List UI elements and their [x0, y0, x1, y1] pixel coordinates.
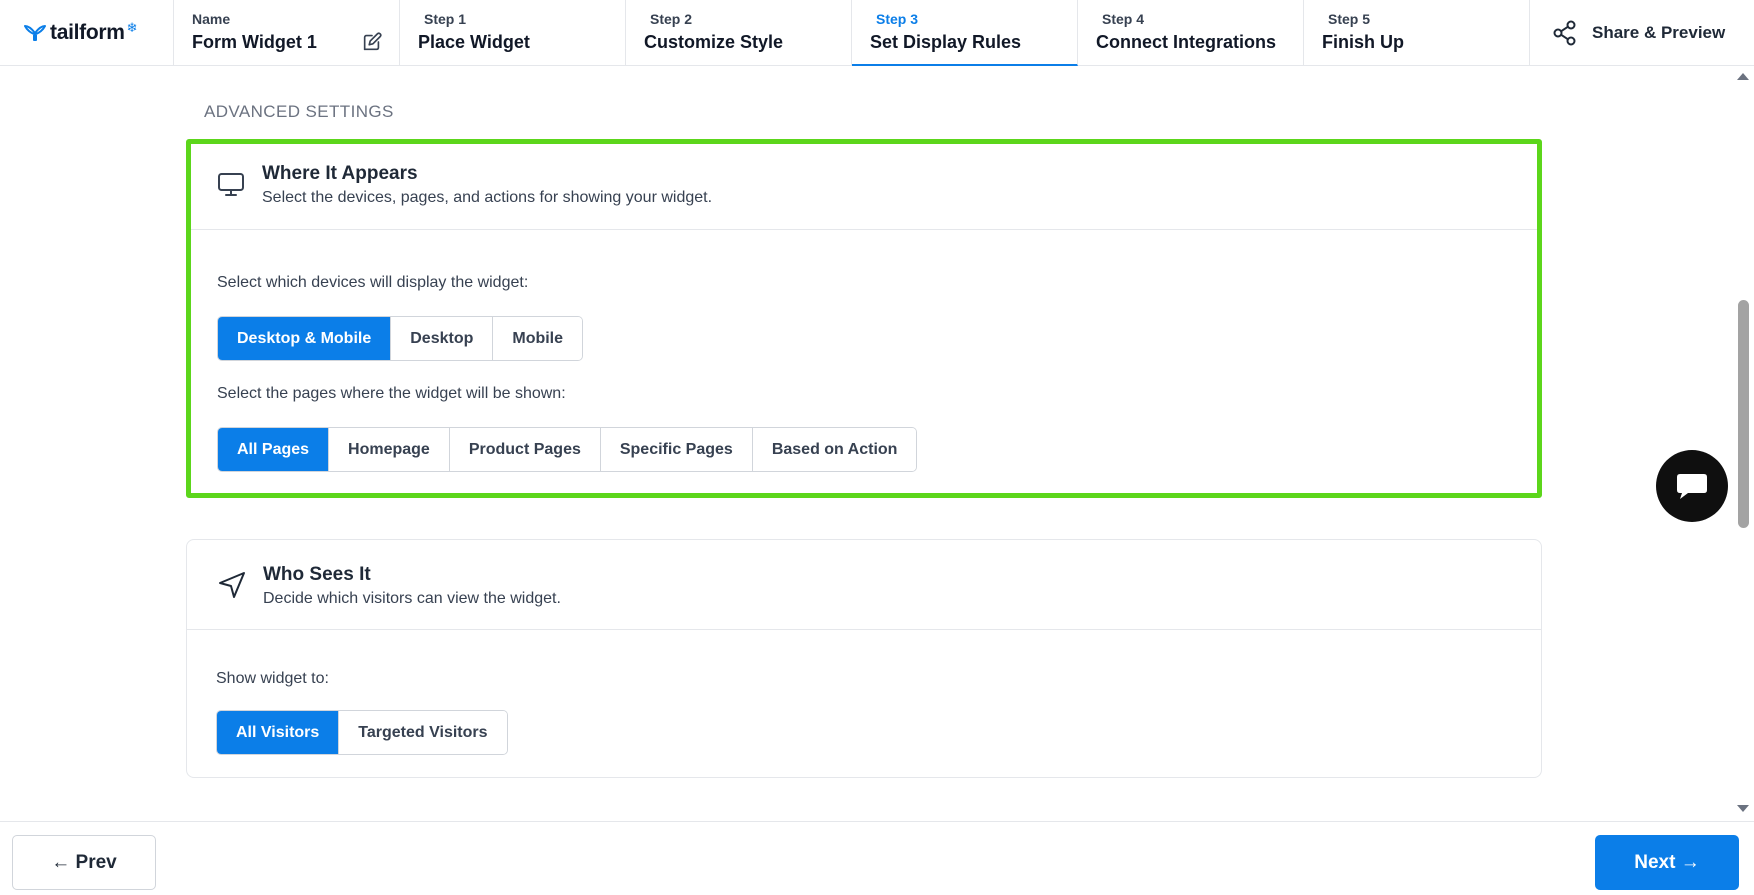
main-content: ADVANCED SETTINGS Where It Appears Selec…: [0, 67, 1754, 821]
scrollbar-thumb[interactable]: [1738, 300, 1749, 528]
tab-step-1[interactable]: Step 1 Place Widget: [400, 0, 626, 66]
section-heading: ADVANCED SETTINGS: [204, 102, 394, 121]
show-widget-label: Show widget to:: [216, 670, 329, 687]
card-title: Who Sees It: [263, 564, 371, 585]
scroll-down-arrow[interactable]: [1737, 805, 1749, 812]
scroll-up-arrow[interactable]: [1737, 73, 1749, 80]
tab-step-3[interactable]: Step 3 Set Display Rules: [852, 0, 1078, 66]
share-preview-label: Share & Preview: [1592, 22, 1726, 42]
edit-icon[interactable]: [361, 31, 383, 53]
tab-step-5[interactable]: Step 5 Finish Up: [1304, 0, 1530, 66]
step-label: Customize Style: [644, 32, 784, 52]
step-label: Finish Up: [1322, 32, 1404, 52]
pages-label: Select the pages where the widget will b…: [217, 385, 566, 402]
who-sees-it-card: Who Sees It Decide which visitors can vi…: [186, 539, 1542, 778]
card-header: Where It Appears Select the devices, pag…: [191, 144, 1537, 230]
step-number: Step 1: [424, 11, 467, 27]
navigation-arrow-icon: [219, 572, 245, 598]
chat-button[interactable]: [1656, 450, 1728, 522]
step-number: Step 5: [1328, 11, 1371, 27]
prev-button[interactable]: ← Prev: [12, 835, 156, 890]
step-number: Step 2: [650, 11, 693, 27]
share-preview-button[interactable]: Share & Preview: [1530, 0, 1754, 65]
where-it-appears-card: Where It Appears Select the devices, pag…: [186, 139, 1542, 498]
share-icon: [1553, 20, 1576, 45]
card-description: Decide which visitors can view the widge…: [263, 590, 561, 607]
visitor-option-targeted-visitors[interactable]: Targeted Visitors: [339, 711, 507, 754]
card-description: Select the devices, pages, and actions f…: [262, 189, 713, 206]
visitors-segmented-control: All Visitors Targeted Visitors: [216, 710, 508, 755]
device-option-desktop[interactable]: Desktop: [391, 317, 494, 360]
card-header: Who Sees It Decide which visitors can vi…: [187, 540, 1541, 630]
chat-icon: [1677, 474, 1707, 499]
devices-segmented-control: Desktop & Mobile Desktop Mobile: [217, 316, 584, 361]
brand-name: tailform: [50, 21, 125, 44]
pages-segmented-control: All Pages Homepage Product Pages Specifi…: [217, 427, 918, 472]
tab-step-4[interactable]: Step 4 Connect Integrations: [1078, 0, 1304, 66]
page-option-based-on-action[interactable]: Based on Action: [752, 428, 917, 471]
footer-bar: ← Prev Next →: [0, 821, 1754, 895]
step-number: Step 4: [1102, 11, 1145, 27]
snowflake-icon: ❄: [126, 20, 138, 35]
step-label: Place Widget: [418, 32, 530, 52]
page-option-product-pages[interactable]: Product Pages: [449, 428, 601, 471]
step-number: Step 3: [876, 11, 919, 27]
next-button[interactable]: Next →: [1595, 835, 1739, 890]
step-label: Connect Integrations: [1096, 32, 1277, 52]
name-label: Name: [192, 11, 231, 27]
page-option-homepage[interactable]: Homepage: [329, 428, 450, 471]
top-navigation: tailform ❄ Name Form Widget 1 Step 1 Pla…: [0, 0, 1754, 66]
device-option-desktop-mobile[interactable]: Desktop & Mobile: [218, 317, 392, 360]
device-option-mobile[interactable]: Mobile: [493, 317, 583, 360]
page-option-all-pages[interactable]: All Pages: [218, 428, 330, 471]
monitor-icon: [218, 173, 244, 196]
card-title: Where It Appears: [262, 163, 418, 184]
widget-name-block: Name Form Widget 1: [174, 0, 400, 66]
devices-label: Select which devices will display the wi…: [217, 274, 529, 291]
logo[interactable]: tailform ❄: [0, 0, 174, 66]
step-label: Set Display Rules: [870, 32, 1022, 52]
tab-step-2[interactable]: Step 2 Customize Style: [626, 0, 852, 66]
tail-icon: [24, 25, 46, 41]
visitor-option-all-visitors[interactable]: All Visitors: [217, 711, 340, 754]
page-option-specific-pages[interactable]: Specific Pages: [600, 428, 753, 471]
